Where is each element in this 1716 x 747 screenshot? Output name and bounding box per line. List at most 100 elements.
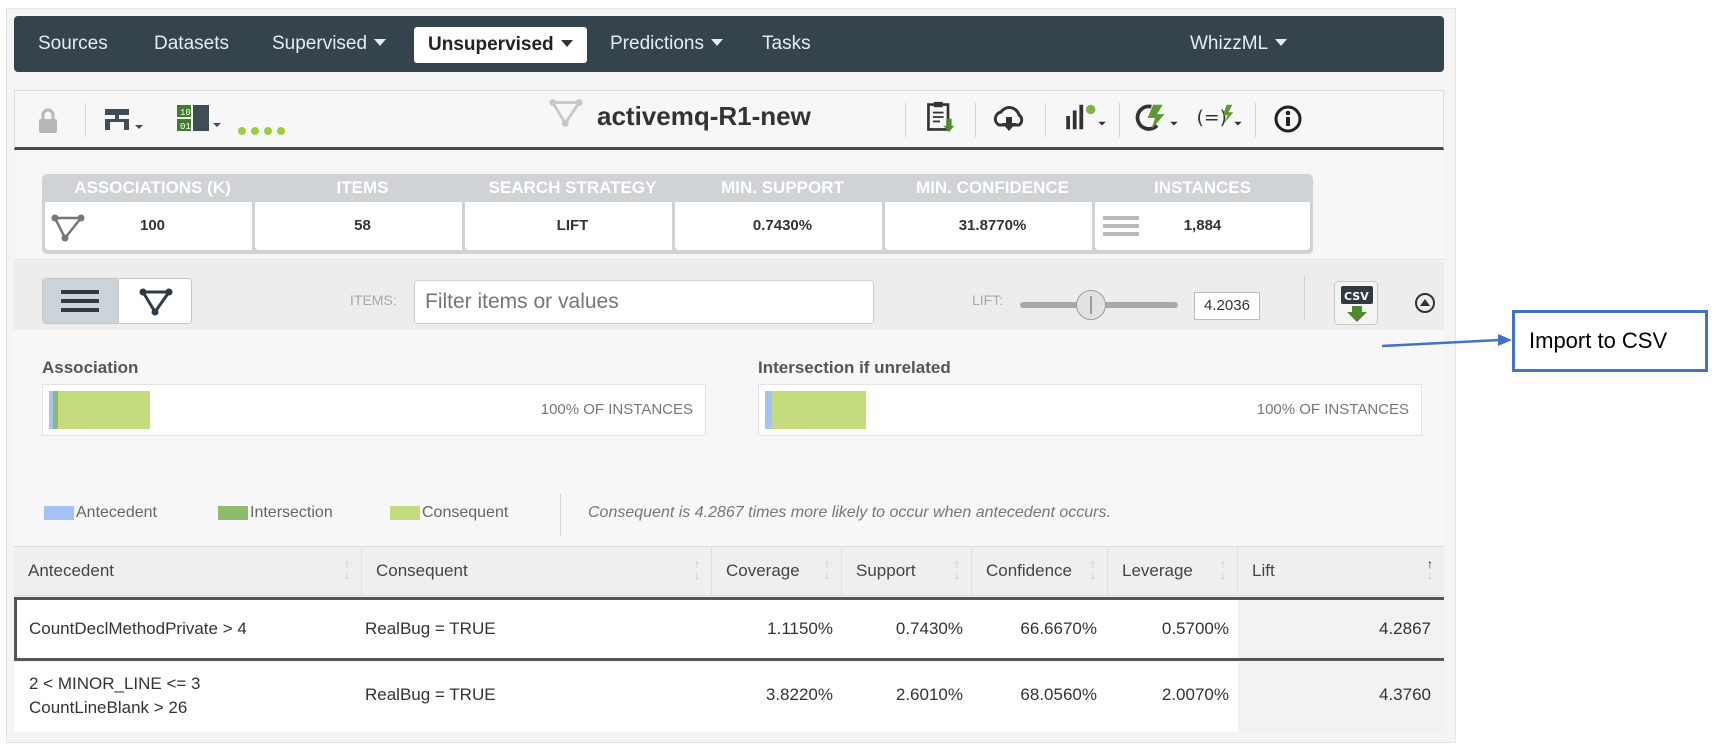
progress-dots-icon	[238, 127, 285, 135]
stat-value: 58	[354, 217, 371, 234]
nav-tasks-label: Tasks	[762, 33, 811, 54]
items-filter-input[interactable]	[414, 280, 874, 324]
nav-unsupervised[interactable]: Unsupervised	[414, 27, 587, 63]
callout-arrow	[1381, 334, 1512, 348]
lock-icon[interactable]	[37, 105, 59, 137]
association-consequent-bar	[58, 391, 150, 429]
chevron-down-icon	[374, 39, 387, 46]
cell-consequent: RealBug = TRUE	[365, 619, 496, 638]
cell-confidence: 66.6670%	[1020, 619, 1097, 638]
batch-flash-icon[interactable]	[1131, 101, 1183, 133]
cell-lift: 4.2867	[1379, 619, 1431, 638]
association-model-icon	[549, 99, 583, 127]
list-icon	[61, 290, 99, 312]
nav-whizzml-label: WhizzML	[1190, 33, 1269, 54]
cell-confidence: 68.0560%	[1020, 685, 1097, 704]
column-header-leverage[interactable]: Leverage ↑ ↓	[1108, 547, 1238, 596]
column-header-label: Confidence	[986, 561, 1073, 580]
nav-sources-label: Sources	[38, 33, 108, 54]
nav-supervised[interactable]: Supervised	[272, 16, 387, 72]
lift-filter-label: LIFT:	[972, 292, 1004, 308]
table-row[interactable]: CountDeclMethodPrivate > 4 RealBug = TRU…	[14, 597, 1444, 661]
stat-card-search-strategy: SEARCH STRATEGY LIFT	[462, 174, 683, 254]
collapse-up-icon[interactable]	[1414, 292, 1436, 314]
model-title: activemq-R1-new	[597, 101, 811, 131]
chevron-down-icon	[1275, 39, 1288, 46]
column-header-label: Leverage	[1122, 561, 1193, 580]
rows-icon	[1103, 216, 1139, 236]
network-icon	[139, 288, 173, 316]
sort-icon: ↑ ↓	[1220, 557, 1226, 582]
stat-card-min-confidence: MIN. CONFIDENCE 31.8770%	[882, 174, 1103, 254]
nav-supervised-label: Supervised	[272, 33, 368, 54]
column-header-label: Support	[856, 561, 916, 580]
sort-icon: ↑ ↓	[694, 557, 700, 582]
nav-datasets[interactable]: Datasets	[154, 16, 229, 72]
sort-icon: ↑ ↓	[954, 557, 960, 582]
lift-slider-handle[interactable]	[1076, 290, 1107, 320]
cell-support: 2.6010%	[895, 685, 963, 704]
stat-value: 1,884	[1183, 217, 1222, 234]
nav-predictions[interactable]: Predictions	[610, 16, 723, 72]
legend-intersection-swatch	[218, 506, 248, 520]
cell-support: 0.7430%	[895, 619, 963, 638]
chevron-down-icon	[560, 40, 573, 47]
cell-consequent: RealBug = TRUE	[365, 685, 496, 704]
column-header-consequent[interactable]: Consequent ↑ ↓	[362, 547, 712, 596]
top-nav: Sources Datasets Supervised Unsupervised…	[14, 16, 1444, 72]
column-header-support[interactable]: Support ↑ ↓	[842, 547, 972, 596]
stat-value: 31.8770%	[958, 217, 1027, 234]
lift-explanation-note: Consequent is 4.2867 times more likely t…	[588, 504, 1111, 521]
sort-icon: ↑ ↓	[824, 557, 830, 582]
export-csv-button[interactable]: CSV	[1334, 281, 1378, 325]
nav-predictions-label: Predictions	[610, 33, 704, 54]
sort-desc-icon: ↑ ↓	[1427, 557, 1433, 582]
intersection-antecedent-bar	[765, 391, 772, 429]
evaluation-chart-icon[interactable]	[1063, 101, 1109, 133]
clipboard-download-icon[interactable]	[923, 101, 957, 133]
cloud-download-icon[interactable]	[991, 103, 1027, 135]
stat-value: 0.7430%	[752, 217, 813, 234]
nav-unsupervised-label: Unsupervised	[428, 34, 554, 55]
nav-sources[interactable]: Sources	[38, 16, 108, 72]
stat-card-associations: ASSOCIATIONS (K) 100	[42, 174, 263, 254]
legend-consequent-label: Consequent	[422, 504, 509, 521]
lift-value-input[interactable]: 4.2036	[1194, 292, 1260, 320]
column-header-label: Lift	[1252, 561, 1275, 580]
svg-text:01: 01	[180, 122, 191, 132]
column-header-coverage[interactable]: Coverage ↑ ↓	[712, 547, 842, 596]
stat-label: MIN. CONFIDENCE	[916, 178, 1069, 197]
dataset-code-icon[interactable]: 10 01	[175, 103, 223, 135]
column-header-confidence[interactable]: Confidence ↑ ↓	[972, 547, 1108, 596]
items-filter-label: ITEMS:	[350, 292, 397, 308]
list-view-button[interactable]	[43, 279, 118, 323]
antecedent-line: 2 < MINOR_LINE <= 3	[29, 674, 201, 693]
column-header-label: Consequent	[376, 561, 468, 580]
nav-datasets-label: Datasets	[154, 33, 229, 54]
cell-lift: 4.3760	[1379, 685, 1431, 704]
intersection-title: Intersection if unrelated	[758, 358, 951, 377]
stat-label: ITEMS	[336, 178, 389, 197]
stat-label: SEARCH STRATEGY	[488, 178, 657, 197]
tree-structure-icon[interactable]	[101, 105, 145, 137]
info-icon[interactable]	[1273, 103, 1303, 135]
formula-flash-icon[interactable]: (=)	[1195, 101, 1247, 133]
sort-icon: ↑ ↓	[1090, 557, 1096, 582]
svg-text:10: 10	[180, 108, 191, 118]
stat-value: LIFT	[556, 217, 589, 234]
cell-leverage: 0.5700%	[1161, 619, 1229, 638]
stat-card-instances: INSTANCES 1,884	[1092, 174, 1313, 254]
nav-whizzml[interactable]: WhizzML	[1190, 16, 1288, 72]
model-toolbar: 10 01 activemq-R1-new (=)	[14, 90, 1444, 150]
stat-label: MIN. SUPPORT	[721, 178, 844, 197]
graph-view-button[interactable]	[118, 279, 191, 323]
column-header-lift[interactable]: Lift ↑ ↓	[1238, 547, 1444, 596]
association-pct-label: 100% OF INSTANCES	[540, 401, 693, 418]
column-header-antecedent[interactable]: Antecedent ↑ ↓	[14, 547, 362, 596]
chevron-down-icon	[711, 39, 723, 46]
intersection-bar-box: 100% OF INSTANCES	[758, 384, 1422, 436]
legend-consequent-swatch	[390, 506, 420, 520]
nav-tasks[interactable]: Tasks	[762, 16, 811, 72]
legend-intersection-label: Intersection	[250, 504, 333, 521]
table-row[interactable]: 2 < MINOR_LINE <= 3 CountLineBlank > 26 …	[14, 662, 1444, 732]
